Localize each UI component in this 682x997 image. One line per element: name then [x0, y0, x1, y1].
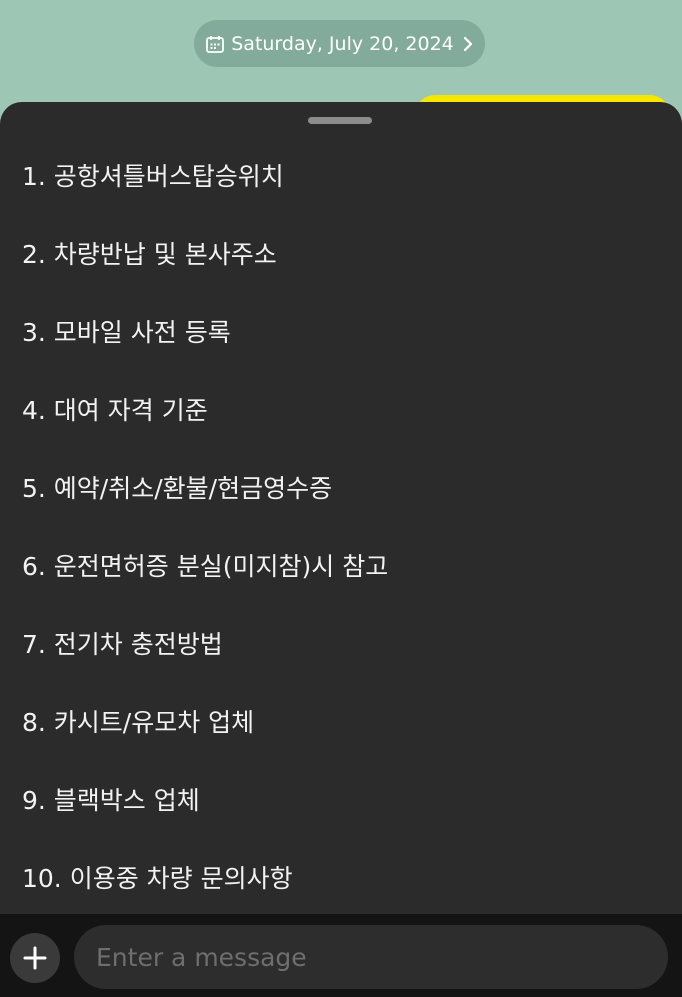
add-attachment-button[interactable] [10, 933, 60, 983]
menu-item-rental-qualification[interactable]: 4. 대여 자격 기준 [0, 370, 682, 448]
quick-menu-list: 1. 공항셔틀버스탑승위치 2. 차량반납 및 본사주소 3. 모바일 사전 등… [0, 136, 682, 916]
quick-menu-sheet: 1. 공항셔틀버스탑승위치 2. 차량반납 및 본사주소 3. 모바일 사전 등… [0, 102, 682, 914]
menu-item-reservation-refund[interactable]: 5. 예약/취소/환불/현금영수증 [0, 448, 682, 526]
menu-item-blackbox[interactable]: 9. 블랙박스 업체 [0, 760, 682, 838]
message-composer-bar [0, 914, 682, 997]
calendar-icon [206, 35, 225, 53]
menu-item-car-return[interactable]: 2. 차량반납 및 본사주소 [0, 214, 682, 292]
message-input[interactable] [74, 925, 668, 989]
date-divider-button[interactable]: Saturday, July 20, 2024 [194, 20, 485, 67]
chevron-right-icon [463, 36, 472, 51]
sheet-drag-handle[interactable] [308, 117, 372, 124]
menu-item-airport-shuttle[interactable]: 1. 공항셔틀버스탑승위치 [0, 136, 682, 214]
menu-item-ev-charging[interactable]: 7. 전기차 충전방법 [0, 604, 682, 682]
menu-item-vehicle-inquiry[interactable]: 10. 이용중 차량 문의사항 [0, 838, 682, 916]
menu-item-car-seat-stroller[interactable]: 8. 카시트/유모차 업체 [0, 682, 682, 760]
date-label: Saturday, July 20, 2024 [231, 32, 454, 55]
menu-item-mobile-registration[interactable]: 3. 모바일 사전 등록 [0, 292, 682, 370]
menu-item-license-lost[interactable]: 6. 운전면허증 분실(미지참)시 참고 [0, 526, 682, 604]
plus-icon [23, 946, 47, 970]
